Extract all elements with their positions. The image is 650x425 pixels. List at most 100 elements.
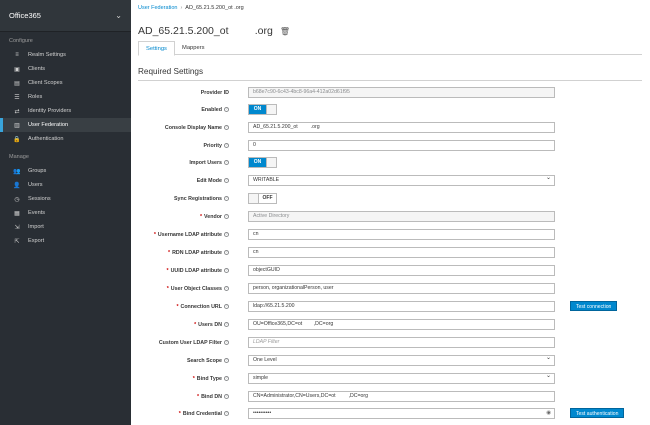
configure-heading: Configure	[9, 38, 33, 44]
bind-credential-input[interactable]: •••••••••• ◉	[248, 408, 555, 419]
sidebar-item-sessions[interactable]: ◷ Sessions	[0, 192, 131, 206]
page-title: AD_65.21.5.200_ot .org 🗑	[138, 25, 290, 37]
calendar-icon: ▦	[14, 210, 20, 217]
help-icon[interactable]: ?	[224, 411, 229, 417]
custom-user-ldap-filter-input[interactable]: LDAP Filter	[248, 337, 555, 348]
help-icon[interactable]: ?	[224, 107, 229, 113]
users-dn-label: * Users DN?	[194, 322, 229, 328]
test-connection-button[interactable]: Test connection	[570, 301, 618, 311]
enabled-label: Enabled?	[201, 107, 229, 113]
priority-input[interactable]: 0	[248, 140, 555, 151]
enabled-toggle[interactable]: ON	[248, 104, 277, 115]
bind-type-select[interactable]: simple	[248, 373, 555, 384]
sidebar-item-authentication[interactable]: 🔒 Authentication	[0, 132, 131, 146]
user-icon: 👤	[13, 182, 21, 189]
sidebar-item-import[interactable]: ⇲ Import	[0, 220, 131, 234]
help-icon[interactable]: ?	[224, 268, 229, 274]
username-ldap-attribute-input[interactable]: cn	[248, 229, 555, 240]
help-icon[interactable]: ?	[224, 376, 229, 382]
sliders-icon: ≡	[15, 52, 19, 58]
bind-dn-label: * Bind DN?	[197, 394, 229, 400]
bind-credential-label: * Bind Credential?	[178, 411, 229, 417]
tab-mappers[interactable]: Mappers	[175, 41, 212, 55]
help-icon[interactable]: ?	[224, 304, 229, 310]
help-icon[interactable]: ?	[224, 160, 229, 166]
sync-registrations-toggle[interactable]: OFF	[248, 193, 277, 204]
username-ldap-attribute-label: * Username LDAP attribute?	[153, 232, 229, 238]
sidebar-item-label: Import	[28, 224, 44, 230]
sidebar-item-clients[interactable]: ▣ Clients	[0, 62, 131, 76]
tab-settings[interactable]: Settings	[138, 41, 175, 56]
sidebar-item-export[interactable]: ⇱ Export	[0, 234, 131, 248]
import-users-label: Import Users?	[189, 160, 229, 166]
uuid-ldap-attribute-input[interactable]: objectGUID	[248, 265, 555, 276]
sidebar-item-label: Identity Providers	[28, 108, 72, 114]
help-icon[interactable]: ?	[224, 232, 229, 238]
edit-mode-select[interactable]: WRITABLE	[248, 175, 555, 186]
sidebar-item-client-scopes[interactable]: ▤ Client Scopes	[0, 76, 131, 90]
sidebar-item-user-federation[interactable]: ▥ User Federation	[0, 118, 131, 132]
search-scope-label: Search Scope?	[186, 358, 229, 364]
help-icon[interactable]: ?	[224, 394, 229, 400]
sidebar: Office365 ⌄ Configure ≡ Realm Settings ▣ Cl…	[0, 0, 131, 425]
sidebar-item-users[interactable]: 👤 Users	[0, 178, 131, 192]
rdn-ldap-attribute-input[interactable]: cn	[248, 247, 555, 258]
console-display-name-input[interactable]: AD_65.21.5.200_ot .org	[248, 122, 555, 133]
help-icon[interactable]: ?	[224, 143, 229, 149]
section-title: Required Settings	[138, 67, 204, 76]
export-icon: ⇱	[14, 238, 20, 245]
users-dn-input[interactable]: OU=Office365,DC=ot ,DC=org	[248, 319, 555, 330]
import-users-toggle[interactable]: ON	[248, 157, 277, 168]
sidebar-item-groups[interactable]: 👥 Groups	[0, 164, 131, 178]
console-display-name-label: Console Display Name?	[164, 125, 229, 131]
test-authentication-button[interactable]: Test authentication	[570, 408, 625, 418]
tab-bar: Settings Mappers	[138, 41, 642, 56]
sidebar-item-label: Export	[28, 238, 45, 244]
connection-url-input[interactable]: ldap://65.21.5.200	[248, 301, 555, 312]
clock-icon: ◷	[14, 196, 20, 203]
rdn-ldap-attribute-label: * RDN LDAP attribute?	[168, 250, 229, 256]
provider-id-label: Provider ID	[200, 90, 229, 96]
bind-dn-input[interactable]: CN=Administrator,CN=Users,DC=ot ,DC=org	[248, 391, 555, 402]
sidebar-item-events[interactable]: ▦ Events	[0, 206, 131, 220]
help-icon[interactable]: ?	[224, 214, 229, 220]
sidebar-item-label: Realm Settings	[28, 52, 66, 58]
sync-registrations-label: Sync Registrations?	[174, 196, 229, 202]
help-icon[interactable]: ?	[224, 358, 229, 364]
section-divider	[138, 80, 642, 81]
manage-heading: Manage	[9, 154, 29, 160]
sidebar-item-label: Authentication	[28, 136, 64, 142]
breadcrumb-separator: ›	[180, 5, 183, 11]
database-icon: ▥	[14, 122, 20, 129]
breadcrumb-user-federation-link[interactable]: User Federation	[138, 5, 177, 11]
search-scope-select[interactable]: One Level	[248, 355, 555, 366]
roles-icon: ☰	[14, 94, 20, 101]
main-content: User Federation › AD_65.21.5.200_ot .org A…	[131, 0, 650, 425]
help-icon[interactable]: ?	[224, 178, 229, 184]
sidebar-item-label: Sessions	[28, 196, 51, 202]
help-icon[interactable]: ?	[224, 322, 229, 328]
help-icon[interactable]: ?	[224, 196, 229, 202]
realm-name: Office365	[9, 11, 41, 20]
exchange-icon: ⇄	[14, 108, 20, 115]
connection-url-label: * Connection URL?	[176, 304, 229, 310]
provider-id-field: b68e7c90-6c43-4bc8-96a4-412a02d61f95	[248, 87, 555, 98]
sidebar-item-identity-providers[interactable]: ⇄ Identity Providers	[0, 104, 131, 118]
sidebar-item-label: Roles	[28, 94, 43, 100]
sidebar-item-label: Clients	[28, 66, 46, 72]
breadcrumb: User Federation › AD_65.21.5.200_ot .org	[138, 5, 244, 11]
eye-icon[interactable]: ◉	[546, 409, 551, 418]
help-icon[interactable]: ?	[224, 340, 229, 346]
help-icon[interactable]: ?	[224, 286, 229, 292]
realm-selector[interactable]: Office365 ⌄	[0, 0, 131, 32]
sidebar-item-roles[interactable]: ☰ Roles	[0, 90, 131, 104]
help-icon[interactable]: ?	[224, 125, 229, 131]
user-object-classes-input[interactable]: person, organizationalPerson, user	[248, 283, 555, 294]
sidebar-item-label: Client Scopes	[28, 80, 63, 86]
sidebar-item-realm-settings[interactable]: ≡ Realm Settings	[0, 48, 131, 62]
trash-icon[interactable]: 🗑	[280, 27, 290, 36]
import-icon: ⇲	[14, 224, 20, 231]
page-title-text: AD_65.21.5.200_ot .org	[138, 25, 273, 37]
help-icon[interactable]: ?	[224, 250, 229, 256]
sidebar-item-label: Groups	[28, 168, 47, 174]
